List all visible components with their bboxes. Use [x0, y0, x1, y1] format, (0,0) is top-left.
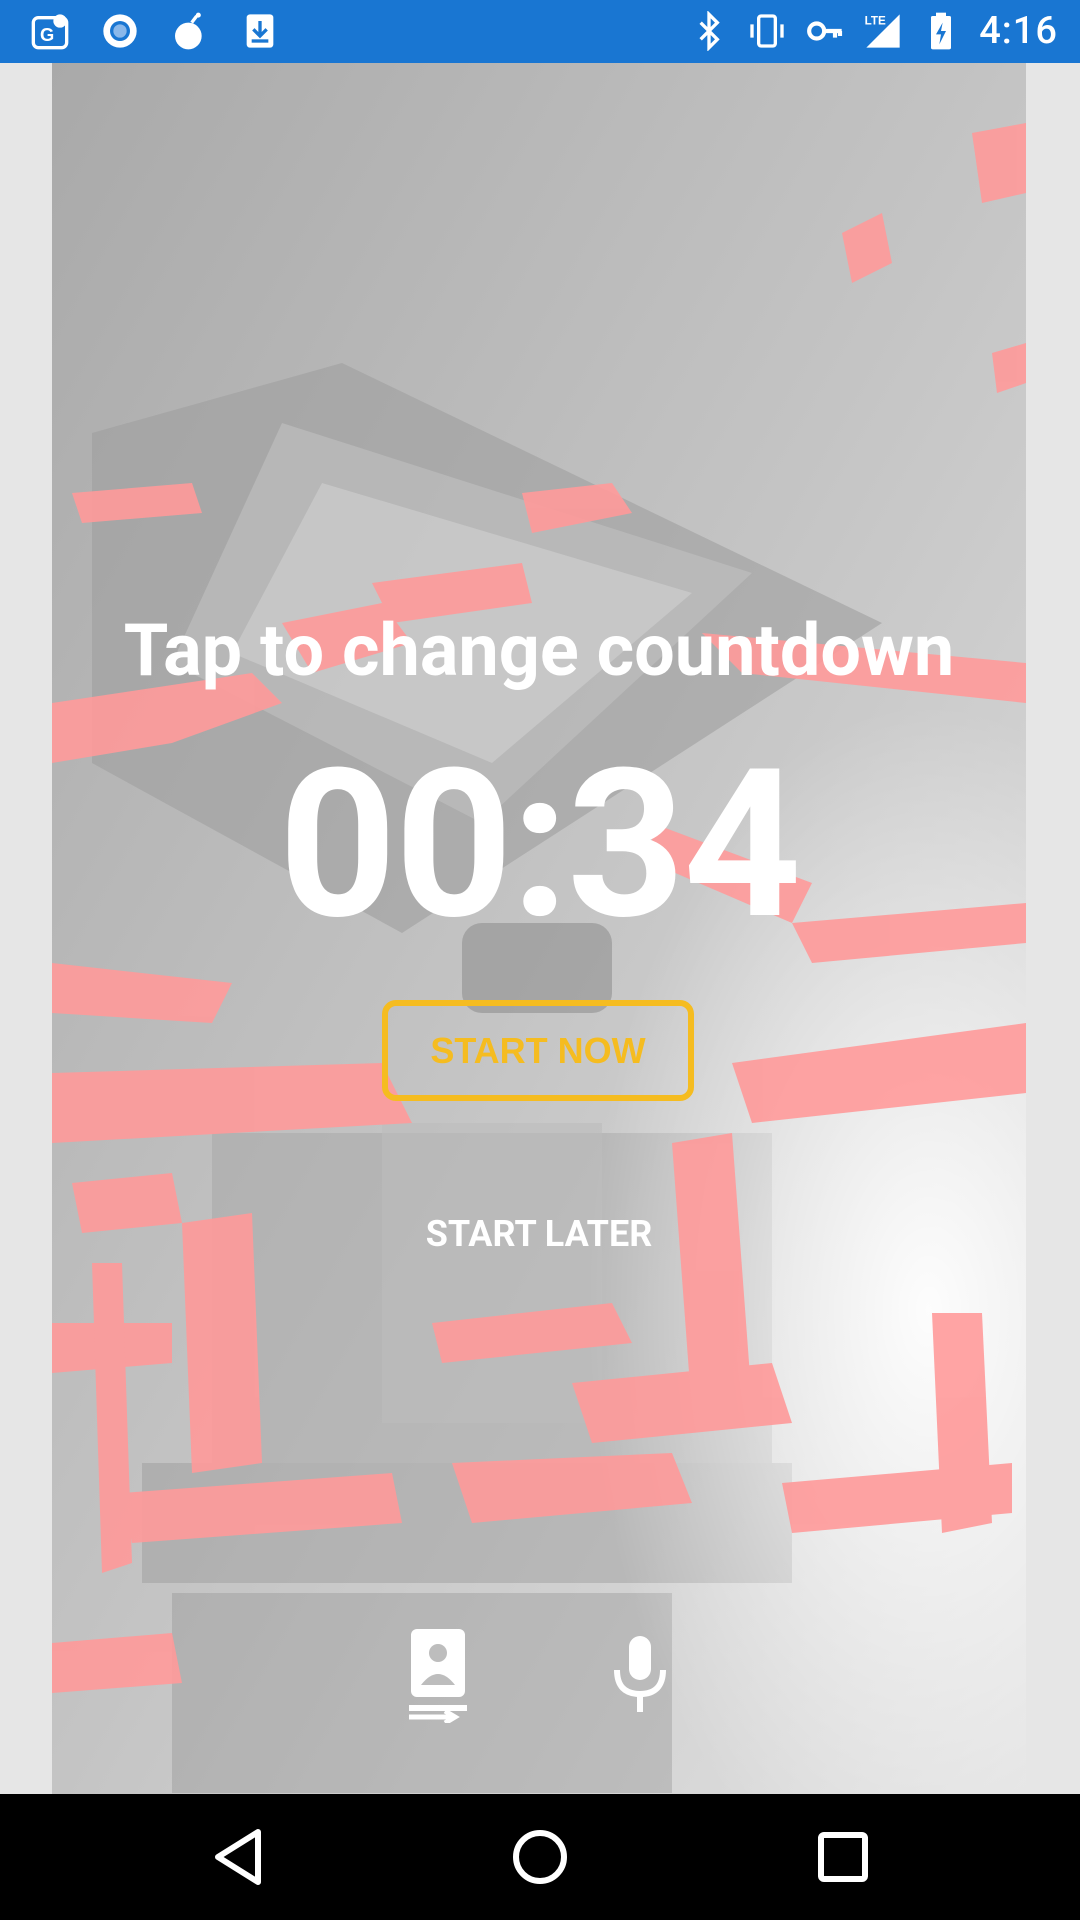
switch-camera-icon [409, 1629, 467, 1723]
countdown-overlay: Tap to change countdown 00:34 START NOW … [52, 63, 1026, 1794]
signal-icon: LTE [865, 14, 900, 48]
clock: 4:16 [979, 9, 1058, 53]
navigation-bar [0, 1794, 1080, 1920]
home-icon[interactable] [507, 1824, 573, 1890]
bluetooth-icon [699, 11, 720, 51]
notification-icons: G [30, 10, 280, 52]
back-icon[interactable] [204, 1824, 270, 1890]
microphone-icon [614, 1636, 666, 1712]
svg-text:G: G [40, 24, 54, 45]
countdown-timer[interactable]: 00:34 [52, 743, 1026, 949]
maps-icon: G [31, 14, 69, 50]
switch-camera-button[interactable] [388, 1619, 488, 1729]
start-later-button[interactable]: START LATER [52, 1213, 1026, 1255]
circle-app-icon [103, 14, 137, 48]
camera-preview[interactable]: Tap to change countdown 00:34 START NOW … [52, 63, 1026, 1794]
network-label: LTE [865, 14, 886, 27]
change-countdown-hint[interactable]: Tap to change countdown [52, 608, 1026, 693]
download-icon [246, 14, 274, 48]
microphone-button[interactable] [590, 1619, 690, 1729]
status-bar: G LTE 4:16 [0, 0, 1080, 63]
start-now-button[interactable]: START NOW [382, 1000, 694, 1101]
recents-icon[interactable] [810, 1824, 876, 1890]
battery-charging-icon [931, 12, 952, 50]
bomb-icon [175, 12, 202, 50]
system-status-icons: LTE 4:16 [689, 8, 1058, 54]
vibrate-icon [750, 14, 784, 48]
vpn-key-icon [807, 21, 843, 41]
